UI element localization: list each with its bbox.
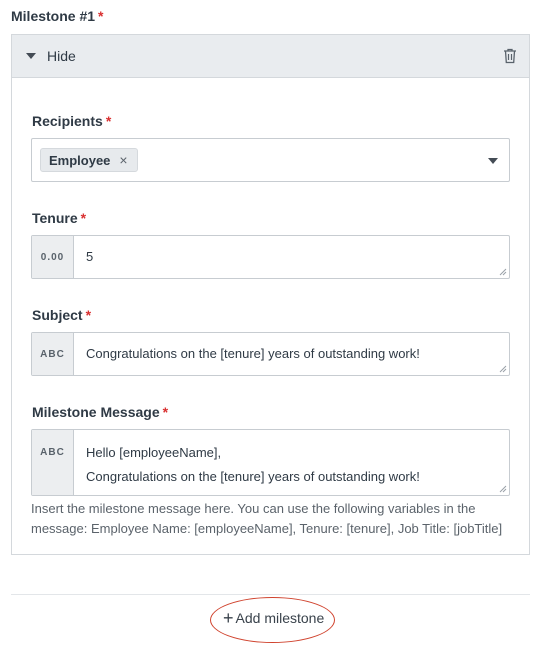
required-mark: * [105,113,112,129]
milestone-panel: Hide Recipients * Employee × Tenure * 0.00… [11,34,530,555]
message-label-text: Milestone Message [32,404,160,420]
subject-label-text: Subject [32,307,83,323]
required-mark: * [98,8,104,24]
message-help-text: Insert the milestone message here. You c… [31,501,503,536]
tenure-value-text: 5 [86,249,94,264]
recipients-select[interactable]: Employee × [31,138,510,182]
resize-handle-icon[interactable] [499,485,507,493]
milestone-title: Milestone #1 * [11,8,103,24]
milestone-title-text: Milestone #1 [11,8,96,24]
message-value[interactable]: Hello [employeeName], Congratulations on… [74,430,509,495]
message-field[interactable]: ABC Hello [employeeName], Congratulation… [31,429,510,496]
tenure-label-text: Tenure [32,210,78,226]
required-mark: * [162,404,169,420]
text-type-badge: ABC [32,333,74,375]
tenure-value[interactable]: 5 [74,236,509,278]
message-label: Milestone Message * [32,404,168,420]
resize-handle-icon[interactable] [499,268,507,276]
recipient-tag-label: Employee [49,152,111,168]
tenure-field[interactable]: 0.00 5 [31,235,510,279]
message-line-2: Congratulations on the [tenure] years of… [86,469,420,484]
resize-handle-icon[interactable] [499,365,507,373]
chevron-down-icon[interactable] [488,158,498,164]
hide-toggle[interactable]: Hide [12,35,529,78]
caret-down-icon [26,53,36,59]
required-mark: * [85,307,92,323]
subject-value-text: Congratulations on the [tenure] years of… [86,346,420,361]
subject-label: Subject * [32,307,91,323]
remove-tag-icon[interactable]: × [119,152,127,168]
recipients-label-text: Recipients [32,113,103,129]
subject-value[interactable]: Congratulations on the [tenure] years of… [74,333,509,375]
divider [11,594,530,595]
required-mark: * [80,210,87,226]
trash-icon[interactable] [503,48,517,64]
subject-field[interactable]: ABC Congratulations on the [tenure] year… [31,332,510,376]
number-type-badge: 0.00 [32,236,74,278]
tenure-label: Tenure * [32,210,86,226]
highlight-circle [210,597,335,643]
recipient-tag: Employee × [40,148,138,172]
message-line-1: Hello [employeeName], [86,445,222,460]
hide-label: Hide [47,48,76,64]
recipients-label: Recipients * [32,113,111,129]
text-type-badge: ABC [32,430,74,495]
